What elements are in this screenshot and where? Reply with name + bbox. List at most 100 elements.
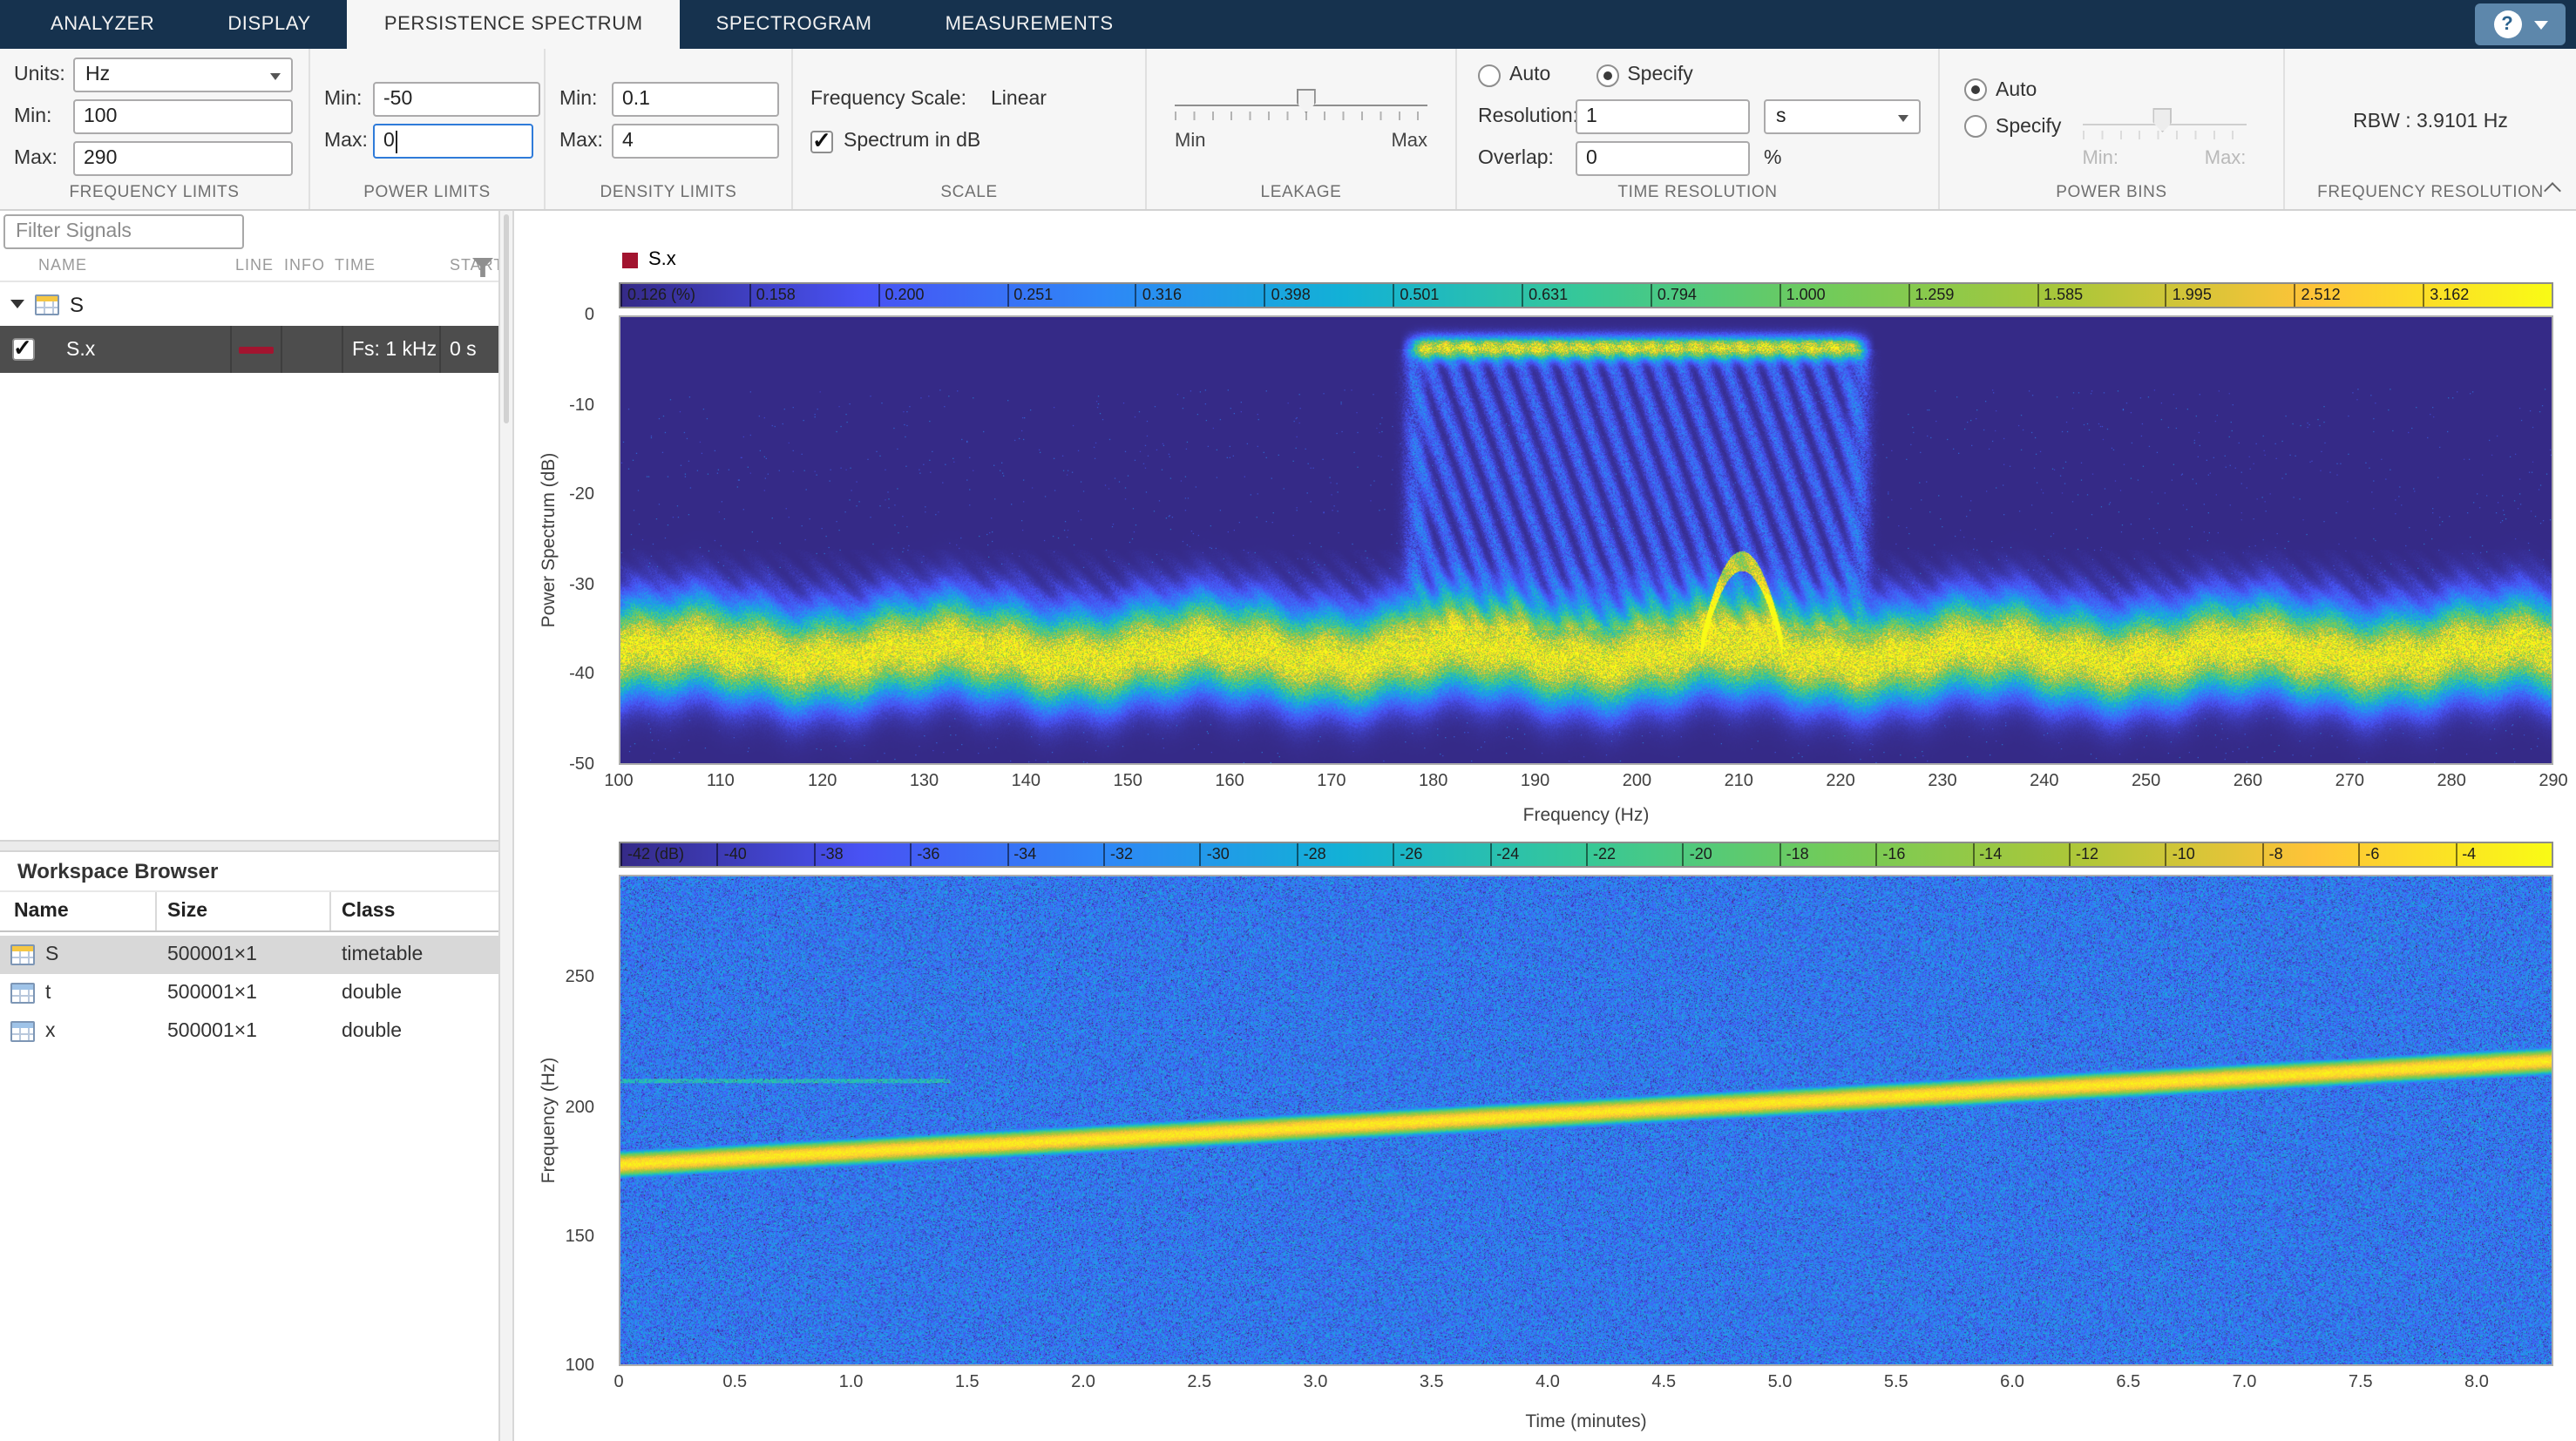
tick-label: 6.0 [2000,1373,2024,1392]
tab-spectrogram[interactable]: SPECTROGRAM [680,0,909,49]
section-label: SCALE [793,183,1145,202]
frequency-scale-value[interactable]: Linear [991,89,1047,110]
leakage-slider-thumb[interactable] [1297,89,1316,113]
tick-label: -18 [1779,843,1809,866]
density-max-input[interactable] [612,124,779,159]
tick-label: 130 [910,772,939,791]
tab-measurements[interactable]: MEASUREMENTS [909,0,1150,49]
overlap-units-label: % [1764,148,1781,169]
tick-label: -30 [1200,843,1230,866]
freq-min-input[interactable] [73,99,293,134]
power-max-label: Max: [324,131,373,152]
tick-label: -28 [1297,843,1326,866]
density-min-label: Min: [559,89,612,110]
spectrum-in-db-checkbox[interactable] [810,130,833,152]
variable-name: x [45,1021,56,1042]
text-cursor [397,130,398,152]
density-min-input[interactable] [612,82,779,117]
tick-label: 5.5 [1884,1373,1908,1392]
persistence-xlabel: Frequency (Hz) [619,805,2553,826]
collapse-ribbon-icon[interactable] [2543,179,2562,199]
workspace-row[interactable]: t 500001×1 double [0,974,498,1012]
tick-label: 160 [1215,772,1244,791]
col-ws-size[interactable]: Size [157,892,331,930]
tab-persistence-spectrum[interactable]: PERSISTENCE SPECTRUM [348,0,680,49]
persistence-canvas[interactable] [620,317,2552,763]
power-bins-auto-radio[interactable]: Auto [1964,78,2061,101]
frequency-resolution-section: RBW : 3.9101 Hz FREQUENCY RESOLUTION [2285,49,2576,209]
spectrogram-canvas[interactable] [620,876,2552,1364]
signal-visibility-checkbox[interactable] [11,338,34,361]
tick-label: -4 [2455,843,2476,866]
legend-label: S.x [648,249,676,270]
plot-legend[interactable]: S.x [622,249,676,270]
tick-label: -10 [569,396,594,415]
radio-label: Auto [1996,79,2037,100]
table-icon [35,294,59,315]
overlap-input[interactable] [1576,141,1750,176]
tick-label: 230 [1928,772,1956,791]
power-bins-specify-radio[interactable]: Specify [1964,115,2061,138]
resolution-units-dropdown[interactable]: s [1764,99,1921,134]
collapse-arrow-icon[interactable] [10,300,24,308]
tick-label: 100 [566,1356,594,1376]
scrollbar-thumb[interactable] [504,214,509,423]
tick-label: 7.0 [2233,1373,2257,1392]
panel-splitter[interactable] [0,840,498,852]
spectrogram-plot[interactable] [619,875,2553,1366]
tick-label: 6.5 [2116,1373,2140,1392]
section-label: FREQUENCY LIMITS [0,183,308,202]
tick-label: -20 [569,485,594,504]
tab-analyzer[interactable]: ANALYZER [14,0,191,49]
radio-icon [1596,64,1618,86]
section-label: TIME RESOLUTION [1457,183,1938,202]
tick-label: -42 (dB) [620,843,684,866]
leakage-section: Min Max LEAKAGE [1147,49,1457,209]
radio-icon [1964,78,1987,101]
tick-label: 260 [2234,772,2262,791]
time-resolution-auto-radio[interactable]: Auto [1478,64,1550,86]
resolution-input[interactable] [1576,99,1750,134]
workspace-browser-title: Workspace Browser [17,859,218,883]
tick-label: 0.200 [878,284,924,307]
col-time: TIME [335,256,376,274]
units-dropdown[interactable]: Hz [73,58,293,92]
radio-label: Specify [1996,116,2061,137]
tick-label: 270 [2335,772,2364,791]
time-resolution-specify-radio[interactable]: Specify [1596,64,1692,86]
tick-label: 1.5 [955,1373,980,1392]
tick-label: 1.000 [1779,284,1826,307]
tick-label: -40 [569,666,594,685]
variable-name: S [45,944,58,965]
chevron-down-icon[interactable] [2533,20,2547,36]
persistence-plot[interactable] [619,315,2553,765]
tick-label: 280 [2437,772,2465,791]
leakage-max-label: Max [1391,131,1427,152]
tick-label: 100 [604,772,633,791]
tick-label: -38 [814,843,844,866]
power-max-input[interactable]: 0 [373,124,533,159]
signal-line-swatch [239,346,274,353]
power-max-value: 0 [383,131,395,152]
col-ws-class[interactable]: Class [331,892,498,930]
tick-label: -50 [569,755,594,775]
tab-display[interactable]: DISPLAY [191,0,348,49]
radio-label: Specify [1627,64,1692,85]
power-min-input[interactable] [373,82,540,117]
filter-signals-input[interactable] [3,214,244,249]
freq-max-input[interactable] [73,141,293,176]
workspace-header: Name Size Class [0,890,498,932]
panel-scrollbar[interactable] [498,211,514,1441]
tick-label: 150 [566,1228,594,1247]
tick-label: 2.512 [2295,284,2341,307]
signal-row[interactable]: S.x Fs: 1 kHz 0 s [0,326,498,373]
workspace-row[interactable]: x 500001×1 double [0,1012,498,1051]
tick-label: -26 [1393,843,1422,866]
variable-size: 500001×1 [157,1012,331,1051]
workspace-row[interactable]: S 500001×1 timetable [0,936,498,974]
col-ws-name[interactable]: Name [0,892,157,930]
help-icon[interactable]: ? [2493,10,2521,38]
signal-group-row[interactable]: S [0,288,498,321]
help-button[interactable]: ? [2475,3,2566,45]
tick-label: 0.5 [722,1373,747,1392]
